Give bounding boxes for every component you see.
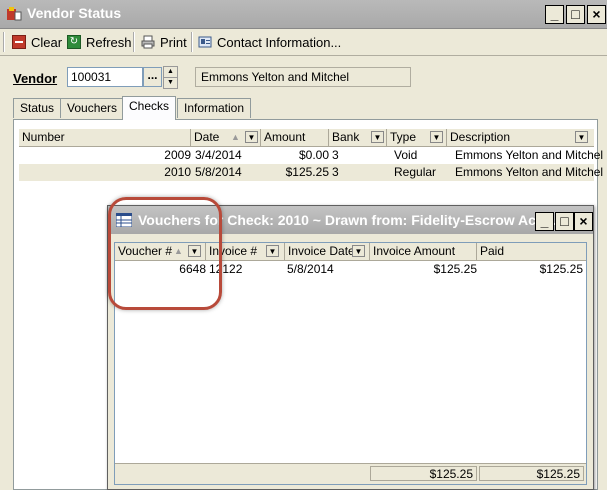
column-amount[interactable]: Amount (261, 129, 329, 146)
vendor-spinner[interactable]: ▲ ▼ (163, 66, 178, 89)
filter-dropdown-icon[interactable]: ▼ (188, 245, 201, 257)
check-date: 5/8/2014 (195, 165, 242, 179)
total-paid: $125.25 (479, 466, 584, 481)
window-title-bar: Vendor Status _ □ × (0, 0, 607, 29)
invoice-date: 5/8/2014 (287, 262, 334, 276)
column-date[interactable]: Date ▲ ▼ (191, 129, 261, 146)
vendor-app-icon (7, 7, 22, 21)
checks-grid-header: Number Date ▲ ▼ Amount Bank ▼ Type ▼ Des… (19, 129, 594, 147)
column-type[interactable]: Type ▼ (387, 129, 447, 146)
check-bank: 3 (332, 148, 339, 162)
filter-dropdown-icon[interactable]: ▼ (371, 131, 384, 143)
check-type: Regular (394, 165, 437, 179)
clear-label: Clear (31, 34, 63, 50)
filter-dropdown-icon[interactable]: ▼ (352, 245, 365, 257)
column-invoice-label: Invoice # (209, 244, 258, 258)
totals-row: $125.25 $125.25 (115, 463, 586, 484)
column-invoice-amount[interactable]: Invoice Amount (370, 243, 477, 260)
total-invoice-amount: $125.25 (370, 466, 477, 481)
column-number[interactable]: Number (19, 129, 191, 146)
sort-asc-icon: ▲ (231, 132, 240, 142)
grid-window-icon (116, 213, 132, 227)
maximize-button[interactable]: □ (555, 212, 574, 231)
contact-information-button[interactable]: Contact Information... (198, 33, 341, 51)
tab-vouchers[interactable]: Vouchers (60, 98, 125, 118)
column-description[interactable]: Description ▼ (447, 129, 594, 146)
contact-information-label: Contact Information... (217, 34, 342, 50)
filter-dropdown-icon[interactable]: ▼ (266, 245, 279, 257)
check-amount: $0.00 (298, 148, 329, 162)
printer-icon (141, 35, 155, 49)
refresh-icon: ↻ (67, 35, 81, 49)
tab-information[interactable]: Information (177, 98, 252, 118)
close-button[interactable]: × (587, 5, 606, 24)
vendor-browse-button[interactable]: ... (143, 67, 162, 87)
column-paid[interactable]: Paid (477, 243, 586, 260)
invoice-amount: $125.25 (433, 262, 477, 276)
table-row[interactable]: 6648 12122 5/8/2014 $125.25 $125.25 (115, 261, 586, 278)
filter-dropdown-icon[interactable]: ▼ (430, 131, 443, 143)
check-date: 3/4/2014 (195, 148, 242, 162)
column-invoice[interactable]: Invoice # ▼ (206, 243, 285, 260)
vendor-name-field: Emmons Yelton and Mitchel (195, 67, 411, 87)
maximize-button[interactable]: □ (566, 5, 585, 24)
sort-asc-icon: ▲ (174, 246, 183, 256)
column-voucher[interactable]: Voucher # ▲ ▼ (115, 243, 206, 260)
vouchers-window-title: Vouchers for Check: 2010 ~ Drawn from: F… (138, 212, 564, 228)
check-type: Void (394, 148, 418, 162)
column-date-label: Date (194, 130, 220, 144)
refresh-button[interactable]: ↻ Refresh (67, 33, 132, 51)
close-button[interactable]: × (574, 212, 593, 231)
column-type-label: Type (390, 130, 417, 144)
clear-icon (12, 35, 26, 49)
voucher-number: 6648 (179, 262, 206, 276)
contact-card-icon (198, 35, 212, 49)
check-description: Emmons Yelton and Mitchel (455, 165, 604, 179)
vendor-label: Vendor (13, 71, 58, 86)
refresh-label: Refresh (86, 34, 132, 50)
vouchers-window-title-bar: Vouchers for Check: 2010 ~ Drawn from: F… (108, 206, 593, 234)
check-number: 2010 (164, 165, 191, 179)
table-row-selected[interactable]: 2010 5/8/2014 $125.25 3 Regular Emmons Y… (19, 164, 603, 181)
minimize-button[interactable]: _ (535, 212, 554, 231)
toolbar: Clear ↻ Refresh Print Contact Informatio… (0, 29, 607, 56)
filter-dropdown-icon[interactable]: ▼ (575, 131, 588, 143)
filter-dropdown-icon[interactable]: ▼ (245, 131, 258, 143)
column-invoice-date-label: Invoice Date (288, 244, 355, 258)
column-bank-label: Bank (332, 130, 360, 144)
vouchers-grid-header: Voucher # ▲ ▼ Invoice # ▼ Invoice Date ▼… (115, 243, 586, 261)
vendor-id-field[interactable]: 100031 (67, 67, 143, 87)
toolbar-separator (191, 32, 193, 52)
vouchers-grid: Voucher # ▲ ▼ Invoice # ▼ Invoice Date ▼… (114, 242, 587, 485)
invoice-number: 12122 (209, 262, 243, 276)
check-bank: 3 (332, 165, 339, 179)
print-label: Print (160, 34, 187, 50)
column-description-label: Description (450, 130, 511, 144)
spin-down-icon[interactable]: ▼ (163, 78, 178, 89)
check-description: Emmons Yelton and Mitchel (455, 148, 604, 162)
check-amount: $125.25 (285, 165, 329, 179)
column-bank[interactable]: Bank ▼ (329, 129, 387, 146)
tab-status[interactable]: Status (13, 98, 62, 118)
column-voucher-label: Voucher # (118, 244, 173, 258)
spin-up-icon[interactable]: ▲ (163, 66, 178, 78)
table-row[interactable]: 2009 3/4/2014 $0.00 3 Void Emmons Yelton… (19, 147, 603, 164)
check-number: 2009 (164, 148, 191, 162)
toolbar-separator (133, 32, 135, 52)
minimize-button[interactable]: _ (545, 5, 564, 24)
paid-amount: $125.25 (539, 262, 583, 276)
toolbar-grip (3, 32, 5, 52)
window-title: Vendor Status (27, 5, 122, 21)
tab-checks[interactable]: Checks (122, 96, 177, 120)
print-button[interactable]: Print (141, 33, 187, 51)
clear-button[interactable]: Clear (12, 33, 62, 51)
vouchers-for-check-window: Vouchers for Check: 2010 ~ Drawn from: F… (107, 205, 594, 490)
column-invoice-date[interactable]: Invoice Date ▼ (285, 243, 370, 260)
